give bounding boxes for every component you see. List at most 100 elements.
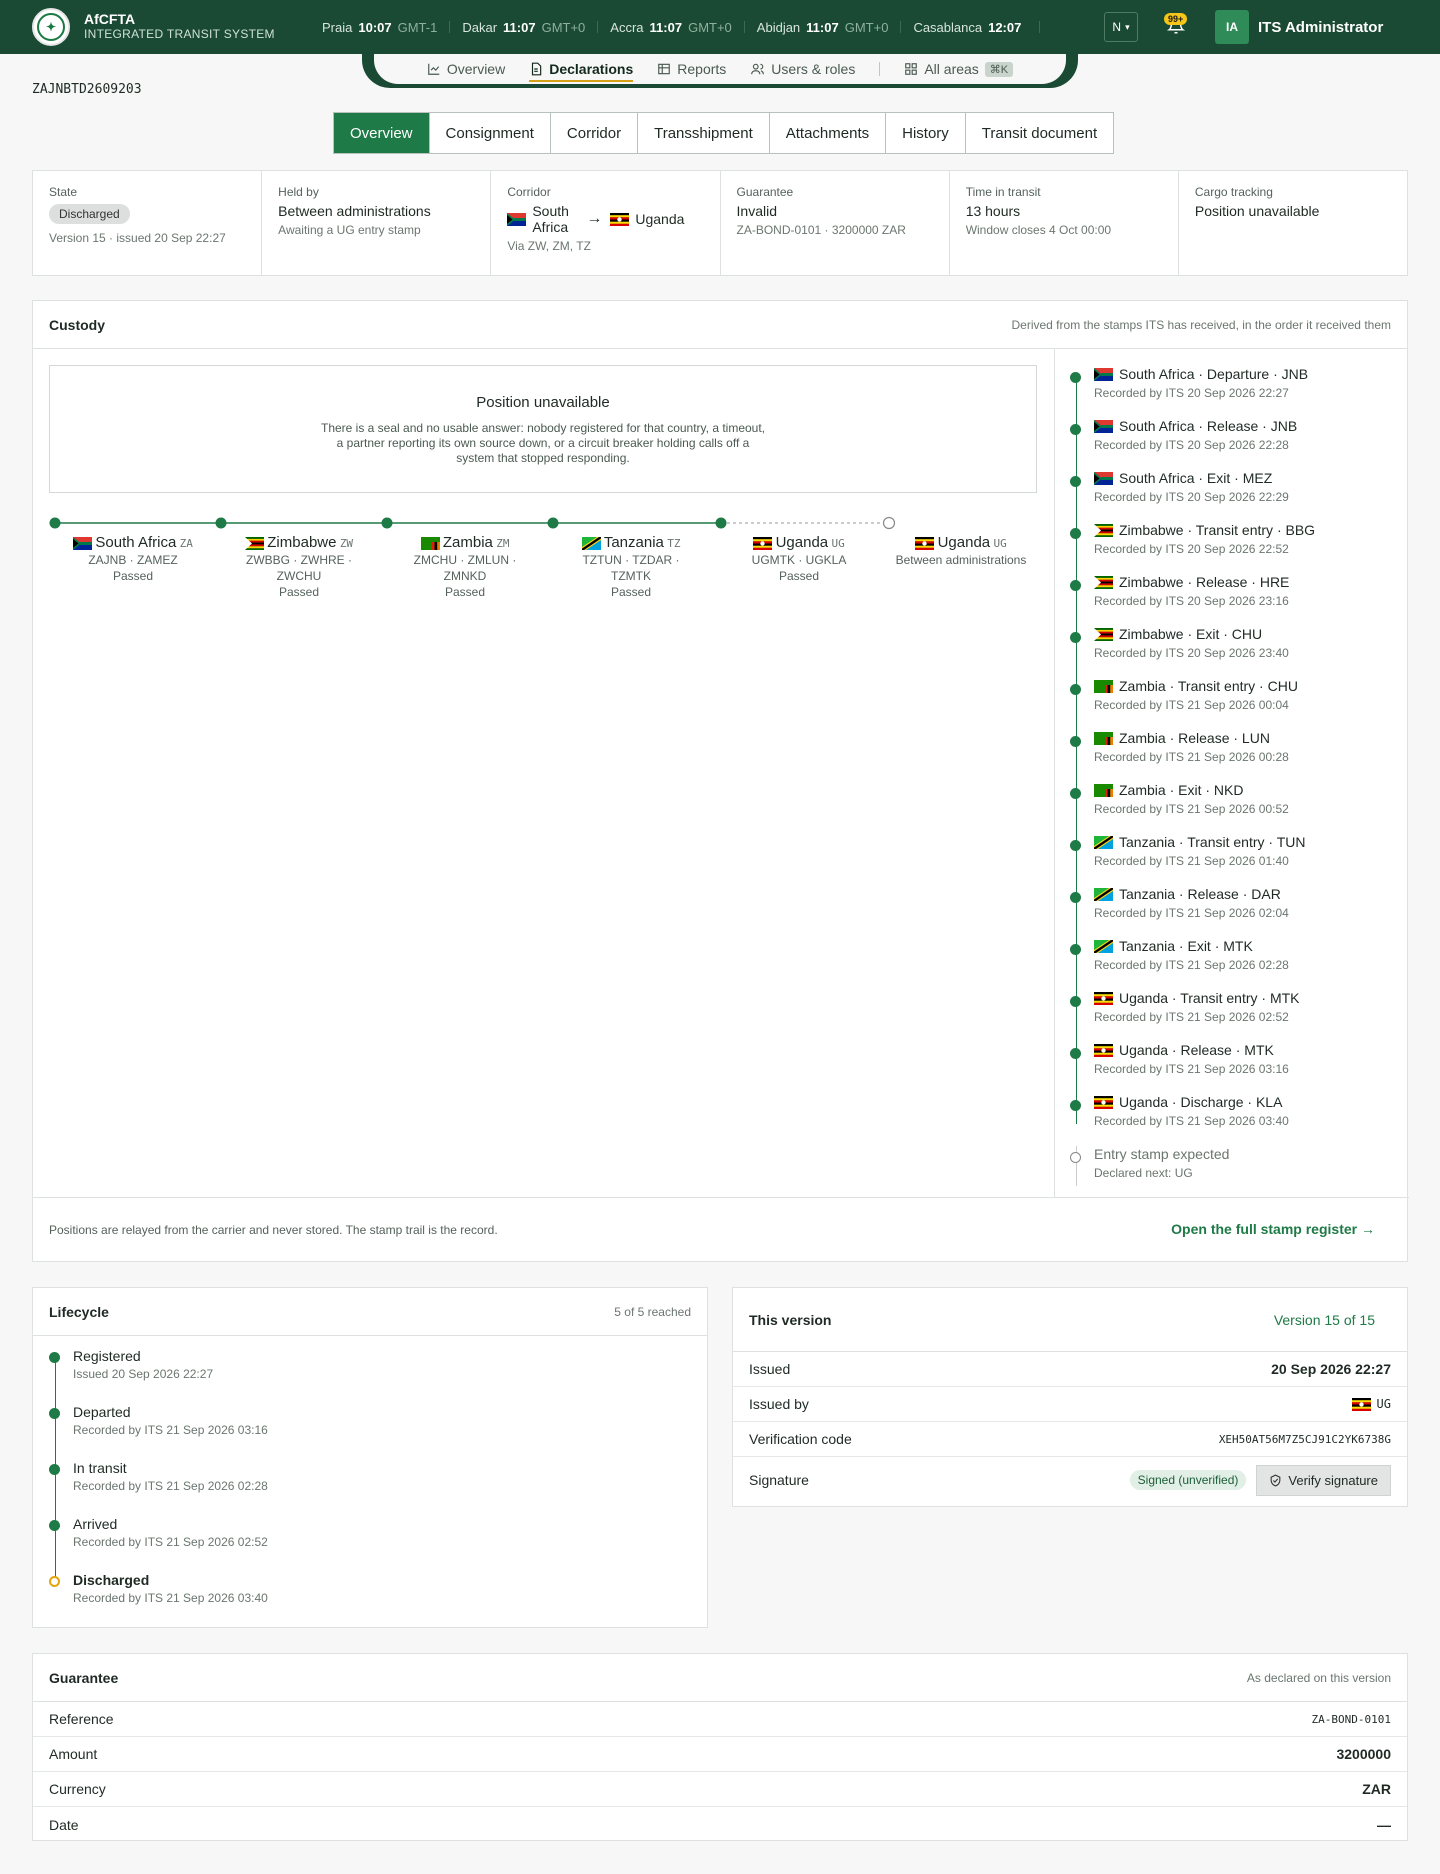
afcfta-logo[interactable]: ✦	[32, 8, 70, 46]
lifecycle-step-sub: Recorded by ITS 21 Sep 2026 02:52	[73, 1535, 268, 1549]
brand-name: AfCFTA	[84, 11, 136, 27]
time-cell: Time in transit 13 hours Window closes 4…	[950, 171, 1179, 275]
verification-code: XEH50AT56M7Z5CJ91C2YK6738G	[1218, 1432, 1391, 1446]
lifecycle-dot	[49, 1352, 60, 1363]
clock-city: Accra	[610, 19, 644, 35]
stamp-title-row: Zimbabwe · Transit entry · BBG	[1094, 522, 1315, 538]
route-stop-name-row: Zimbabwe ZW	[224, 535, 374, 552]
stamp-dot	[1070, 580, 1081, 591]
stamp-sub: Recorded by ITS 21 Sep 2026 02:04	[1094, 906, 1289, 920]
route-stop-code: UG	[993, 537, 1007, 550]
users-icon	[751, 63, 765, 75]
stamp-sub: Recorded by ITS 21 Sep 2026 02:28	[1094, 958, 1289, 972]
route-stop-dot	[715, 517, 727, 529]
stamp-dot	[1070, 892, 1081, 903]
clock-time: 11:07	[503, 19, 536, 35]
lifecycle-step-sub: Recorded by ITS 21 Sep 2026 02:28	[73, 1479, 268, 1493]
stamp-sub: Recorded by ITS 20 Sep 2026 22:52	[1094, 542, 1289, 556]
corridor-sub: Via ZW, ZM, TZ	[507, 239, 591, 253]
clock-4: Casablanca 12:07	[901, 20, 1041, 35]
stamp-dot	[1070, 840, 1081, 851]
stamp-dot	[1070, 736, 1081, 747]
stamp-title: Zambia · Release · LUN	[1119, 730, 1270, 746]
signature-label: Signature	[749, 1472, 809, 1488]
stamp-title: Zambia · Transit entry · CHU	[1119, 678, 1298, 694]
currency-label: Currency	[49, 1781, 106, 1797]
stamp-title: South Africa · Exit · MEZ	[1119, 470, 1273, 486]
shortcut-hint: ⌘K	[984, 61, 1014, 77]
verify-signature-label: Verify signature	[1288, 1472, 1378, 1488]
flag-ug-icon	[610, 212, 630, 226]
tab-corridor[interactable]: Corridor	[551, 113, 639, 153]
stamp-title: Zimbabwe · Release · HRE	[1119, 574, 1290, 590]
nav-declarations[interactable]: Declarations	[529, 54, 634, 84]
version-card: This version Version 15 of 15 Issued 20 S…	[732, 1287, 1408, 1507]
stamp-sub: Recorded by ITS 20 Sep 2026 22:28	[1094, 438, 1289, 452]
language-select[interactable]: N ▾	[1104, 12, 1138, 42]
route-stop-status: Passed	[778, 569, 820, 583]
stamp-dot	[1070, 996, 1081, 1007]
nav-declarations-label: Declarations	[549, 61, 634, 77]
tab-overview[interactable]: Overview	[334, 113, 430, 153]
route-stop-dot	[49, 517, 61, 529]
avatar[interactable]: IA	[1215, 10, 1249, 44]
stamp-register-link[interactable]: Open the full stamp register →	[1171, 1221, 1375, 1237]
tab-consignment[interactable]: Consignment	[430, 113, 551, 153]
route-stop-status: Passed	[610, 585, 652, 599]
stamp-title-row: Uganda · Transit entry · MTK	[1094, 990, 1300, 1006]
route-stop-name: Tanzania	[603, 534, 664, 551]
stamp-dot	[1070, 632, 1081, 643]
stamp-sub: Recorded by ITS 20 Sep 2026 23:40	[1094, 646, 1289, 660]
clock-gmt: GMT-1	[397, 19, 438, 35]
tab-transit-document[interactable]: Transit document	[966, 113, 1113, 153]
route-stop: South Africa ZA ZAJNB · ZAMEZ Passed	[58, 535, 208, 584]
route-stop-name-row: South Africa ZA	[58, 535, 208, 552]
stamp-dot	[1070, 684, 1081, 695]
lifecycle-dot	[49, 1408, 60, 1419]
verification-row: Verification code XEH50AT56M7Z5CJ91C2YK67…	[733, 1422, 1407, 1457]
stamp-dot	[1070, 1100, 1081, 1111]
flag-tz-icon	[581, 537, 601, 551]
verify-signature-button[interactable]: Verify signature	[1256, 1464, 1391, 1496]
cargo-value: Position unavailable	[1194, 203, 1320, 219]
issued-by-row: Issued by UG	[733, 1387, 1407, 1422]
route-stop-name: Uganda	[937, 534, 991, 551]
route-stop-code: TZ	[667, 537, 681, 550]
stamp-title-row: Tanzania · Exit · MTK	[1094, 938, 1253, 954]
route-stop-name: Uganda	[775, 534, 829, 551]
route-stop-name: South Africa	[95, 534, 177, 551]
held-label: Held by	[278, 185, 319, 199]
amount-row: Amount 3200000	[33, 1737, 1407, 1772]
custody-divider	[1054, 349, 1055, 1197]
grid-icon	[905, 63, 918, 75]
tab-history[interactable]: History	[886, 113, 966, 153]
nav-all-areas[interactable]: All areas ⌘K	[904, 54, 1014, 84]
corridor-to: Uganda	[635, 211, 685, 227]
guarantee-card: Guarantee As declared on this version Re…	[32, 1653, 1408, 1841]
nav-users[interactable]: Users & roles	[750, 54, 855, 84]
tab-attachments[interactable]: Attachments	[770, 113, 887, 153]
reference-row: Reference ZA-BOND-0101	[33, 1702, 1407, 1737]
route-stop-name-row: Tanzania TZ	[556, 535, 706, 552]
user-name[interactable]: ITS Administrator	[1258, 19, 1383, 36]
currency-value: ZAR	[1362, 1781, 1391, 1797]
held-by-cell: Held by Between administrations Awaiting…	[262, 171, 492, 275]
guarantee-label: Guarantee	[736, 185, 794, 199]
stamp-sub: Recorded by ITS 21 Sep 2026 03:16	[1094, 1062, 1289, 1076]
stamp-dot	[1070, 1152, 1081, 1163]
stamp-sub: Recorded by ITS 21 Sep 2026 00:28	[1094, 750, 1289, 764]
clock-0: Praia 10:07 GMT-1	[322, 19, 451, 35]
lifecycle-header: Lifecycle 5 of 5 reached	[33, 1288, 707, 1336]
stamp-dot	[1070, 788, 1081, 799]
tab-transshipment[interactable]: Transshipment	[638, 113, 770, 153]
stamp-title: Uganda · Release · MTK	[1119, 1042, 1274, 1058]
clock-city: Dakar	[462, 19, 498, 35]
version-title: This version	[749, 1311, 832, 1328]
route-stop-dot	[215, 517, 227, 529]
lifecycle-step-title: Registered	[73, 1348, 141, 1364]
nav-divider	[879, 62, 881, 76]
nav-reports[interactable]: Reports	[657, 54, 726, 84]
stamp-title: Tanzania · Exit · MTK	[1119, 938, 1253, 954]
nav-overview[interactable]: Overview	[427, 54, 505, 84]
custody-footer-divider	[33, 1197, 1409, 1198]
